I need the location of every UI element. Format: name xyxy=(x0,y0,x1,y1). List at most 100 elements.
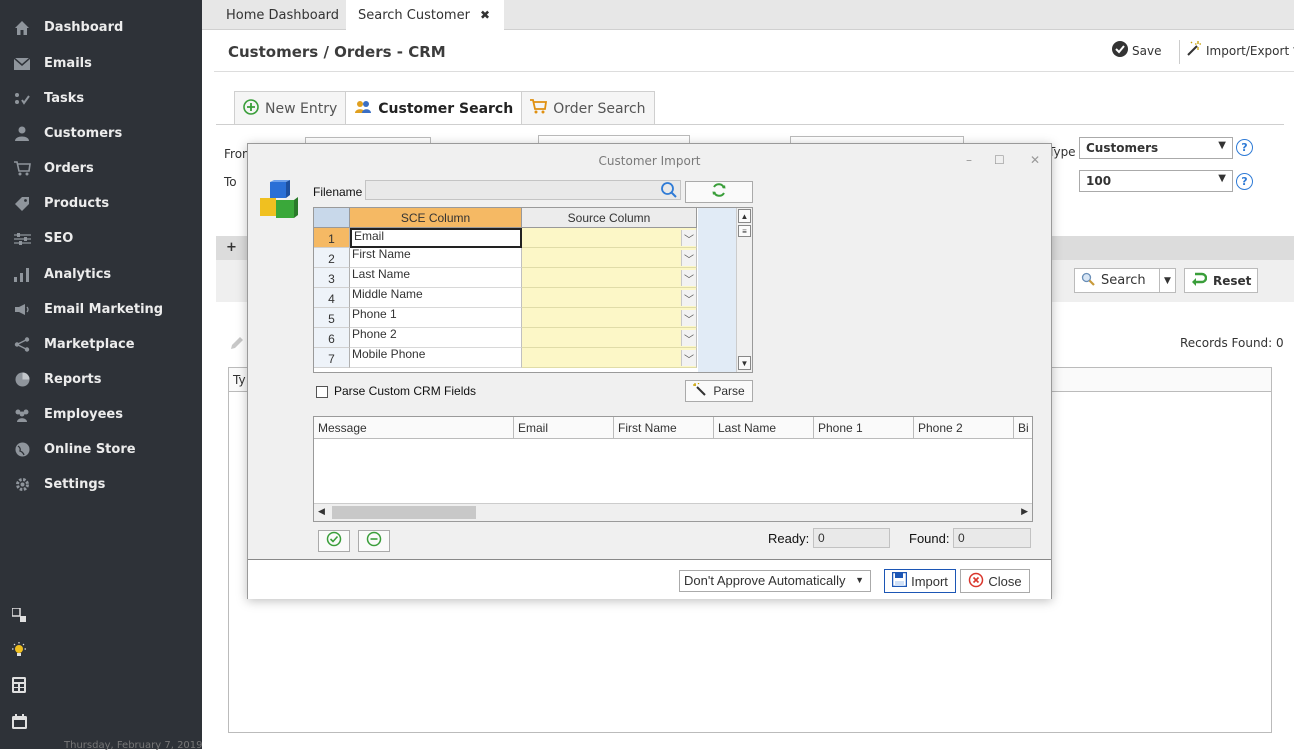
sidebar-item-tasks[interactable]: Tasks xyxy=(0,81,202,116)
sce-cell[interactable]: Phone 1 xyxy=(350,308,522,328)
window-layout-icon[interactable] xyxy=(10,606,28,624)
parse-button[interactable]: Parse xyxy=(685,380,753,402)
sce-cell[interactable]: Phone 2 xyxy=(350,328,522,348)
tab-order-search[interactable]: Order Search xyxy=(521,91,655,125)
type-label: Type xyxy=(1048,145,1076,159)
tab-new-entry[interactable]: New Entry xyxy=(234,91,347,125)
close-button[interactable]: Close xyxy=(960,569,1030,593)
calculator-icon[interactable] xyxy=(10,676,28,694)
sidebar-item-reports[interactable]: Reports xyxy=(0,362,202,397)
grid-corner[interactable] xyxy=(314,208,350,228)
sce-cell[interactable]: Mobile Phone xyxy=(350,348,522,368)
sidebar-item-seo[interactable]: SEO xyxy=(0,221,202,256)
help-icon[interactable]: ? xyxy=(1236,173,1253,190)
filename-input[interactable] xyxy=(365,180,681,200)
caret-down-icon[interactable]: ▼ xyxy=(1159,269,1175,292)
sidebar-item-email-marketing[interactable]: Email Marketing xyxy=(0,292,202,327)
approve-all-button[interactable] xyxy=(318,530,350,552)
maximize-icon[interactable]: ☐ xyxy=(994,153,1005,167)
tab-customer-search[interactable]: Customer Search xyxy=(345,91,523,125)
sidebar-item-orders[interactable]: Orders xyxy=(0,151,202,186)
scroll-down-icon[interactable]: ▼ xyxy=(738,356,751,370)
approval-select[interactable]: Don't Approve Automatically ▼ xyxy=(679,570,871,592)
scroll-thumb[interactable]: ≡ xyxy=(738,225,751,237)
table-row[interactable]: 2 First Name ﹀ xyxy=(314,248,736,268)
limit-select[interactable]: 100 ▼ xyxy=(1079,170,1233,192)
row-number: 6 xyxy=(314,328,350,348)
chevron-down-icon[interactable]: ﹀ xyxy=(681,350,696,366)
remove-button[interactable] xyxy=(358,530,390,552)
scroll-right-icon[interactable]: ▶ xyxy=(1021,506,1028,517)
sidebar-item-marketplace[interactable]: Marketplace xyxy=(0,327,202,362)
column-header-last-name[interactable]: Last Name xyxy=(714,417,814,439)
tab-search-customer[interactable]: Search Customer ✖ xyxy=(346,0,504,30)
sidebar-item-analytics[interactable]: Analytics xyxy=(0,257,202,292)
column-header-bi[interactable]: Bi xyxy=(1014,417,1032,439)
sidebar-item-products[interactable]: Products xyxy=(0,186,202,221)
sce-cell[interactable]: First Name xyxy=(350,248,522,268)
import-export-button[interactable]: Import/Export ▼ xyxy=(1186,41,1294,60)
column-header-first-name[interactable]: First Name xyxy=(614,417,714,439)
add-filter-button[interactable]: + xyxy=(226,240,237,255)
table-row[interactable]: 7 Mobile Phone ﹀ xyxy=(314,348,736,368)
source-cell[interactable]: ﹀ xyxy=(522,268,697,288)
search-icon[interactable] xyxy=(660,181,678,203)
column-header-phone-2[interactable]: Phone 2 xyxy=(914,417,1014,439)
sce-cell[interactable]: Middle Name xyxy=(350,288,522,308)
sce-cell[interactable]: Last Name xyxy=(350,268,522,288)
sidebar-item-label: Customers xyxy=(44,126,123,141)
source-cell[interactable]: ﹀ xyxy=(522,228,697,248)
vertical-scrollbar[interactable]: ▲ ≡ ▼ xyxy=(736,208,752,372)
refresh-button[interactable] xyxy=(685,181,753,203)
close-icon[interactable]: ✖ xyxy=(480,8,490,22)
sidebar-item-online-store[interactable]: Online Store xyxy=(0,432,202,467)
calendar-icon[interactable] xyxy=(10,712,28,730)
lightbulb-icon[interactable] xyxy=(10,641,28,659)
chevron-down-icon[interactable]: ﹀ xyxy=(681,230,696,246)
chevron-down-icon[interactable]: ﹀ xyxy=(681,290,696,306)
reset-button[interactable]: Reset xyxy=(1184,268,1258,293)
close-icon[interactable]: ✕ xyxy=(1030,153,1040,167)
column-header-sce[interactable]: SCE Column xyxy=(350,208,522,228)
source-cell[interactable]: ﹀ xyxy=(522,328,697,348)
source-cell[interactable]: ﹀ xyxy=(522,308,697,328)
sidebar-item-settings[interactable]: Settings xyxy=(0,467,202,502)
parse-custom-fields-checkbox[interactable] xyxy=(316,386,328,398)
chevron-down-icon[interactable]: ﹀ xyxy=(681,330,696,346)
sce-cell[interactable]: Email xyxy=(350,228,522,248)
tab-home-dashboard[interactable]: Home Dashboard xyxy=(214,0,351,30)
save-button[interactable]: Save xyxy=(1112,41,1161,60)
scroll-left-icon[interactable]: ◀ xyxy=(318,506,325,517)
table-row[interactable]: 3 Last Name ﹀ xyxy=(314,268,736,288)
source-cell[interactable]: ﹀ xyxy=(522,348,697,368)
table-row[interactable]: 4 Middle Name ﹀ xyxy=(314,288,736,308)
chevron-down-icon[interactable]: ﹀ xyxy=(681,250,696,266)
source-cell[interactable]: ﹀ xyxy=(522,248,697,268)
home-icon xyxy=(0,20,44,36)
table-row[interactable]: 1 Email ﹀ xyxy=(314,228,736,248)
sidebar-item-emails[interactable]: Emails xyxy=(0,46,202,81)
chevron-down-icon[interactable]: ﹀ xyxy=(681,270,696,286)
column-header-type[interactable]: Ty xyxy=(233,373,246,387)
minimize-icon[interactable]: – xyxy=(966,153,972,167)
pencil-icon[interactable] xyxy=(230,336,244,354)
horizontal-scrollbar[interactable]: ◀ ▶ xyxy=(314,503,1032,521)
help-icon[interactable]: ? xyxy=(1236,139,1253,156)
source-cell[interactable]: ﹀ xyxy=(522,288,697,308)
column-header-source[interactable]: Source Column xyxy=(522,208,697,228)
table-row[interactable]: 6 Phone 2 ﹀ xyxy=(314,328,736,348)
sidebar-item-customers[interactable]: Customers xyxy=(0,116,202,151)
import-button[interactable]: Import xyxy=(884,569,956,593)
table-row[interactable]: 5 Phone 1 ﹀ xyxy=(314,308,736,328)
sidebar-item-dashboard[interactable]: Dashboard xyxy=(0,10,202,45)
minus-circle-icon xyxy=(366,531,382,551)
scroll-up-icon[interactable]: ▲ xyxy=(738,209,751,223)
chevron-down-icon[interactable]: ﹀ xyxy=(681,310,696,326)
column-header-message[interactable]: Message xyxy=(314,417,514,439)
scroll-thumb[interactable] xyxy=(332,506,476,519)
sidebar-item-employees[interactable]: Employees xyxy=(0,397,202,432)
search-button[interactable]: Search ▼ xyxy=(1074,268,1176,293)
type-select[interactable]: Customers ▼ xyxy=(1079,137,1233,159)
column-header-phone-1[interactable]: Phone 1 xyxy=(814,417,914,439)
column-header-email[interactable]: Email xyxy=(514,417,614,439)
